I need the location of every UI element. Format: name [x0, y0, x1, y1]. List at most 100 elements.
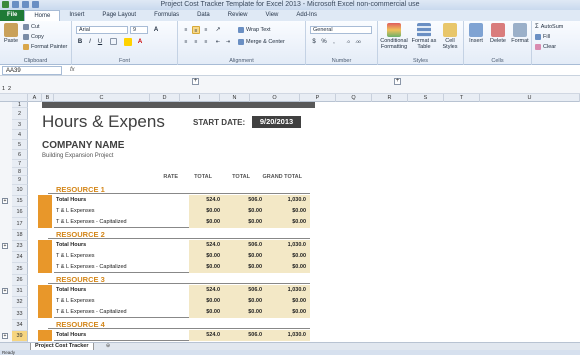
- row-value-v2[interactable]: $0.00: [220, 217, 265, 228]
- clear-button[interactable]: Clear: [535, 44, 556, 50]
- column-header-s[interactable]: S: [408, 94, 444, 102]
- paste-button[interactable]: Paste: [2, 23, 20, 44]
- column-header-d[interactable]: D: [150, 94, 180, 102]
- tab-home[interactable]: Home: [24, 10, 61, 21]
- row-value-v1[interactable]: $0.00: [178, 262, 223, 273]
- row-header[interactable]: 2: [12, 108, 28, 120]
- resource-row[interactable]: T & L Expenses - Capitalized $0.00 $0.00 $0…: [54, 307, 310, 318]
- column-header-i[interactable]: I: [180, 94, 220, 102]
- select-all-corner[interactable]: [0, 94, 28, 102]
- row-group-expand-icon[interactable]: +: [2, 243, 8, 249]
- row-value-v1[interactable]: 524.0: [178, 330, 223, 341]
- column-header-t[interactable]: T: [444, 94, 480, 102]
- resource-row[interactable]: Total Hours 524.0 506.0 1,030.0: [54, 195, 310, 206]
- align-left-icon[interactable]: ≡: [182, 38, 190, 46]
- row-header[interactable]: 16: [12, 207, 28, 218]
- row-value-v2[interactable]: $0.00: [220, 251, 265, 262]
- row-value-v1[interactable]: $0.00: [178, 251, 223, 262]
- font-color-button[interactable]: A: [136, 38, 144, 46]
- tab-formulas[interactable]: Formulas: [145, 10, 188, 21]
- conditional-formatting-button[interactable]: Conditional Formatting: [379, 23, 409, 50]
- row-group-expand-icon[interactable]: +: [2, 333, 8, 339]
- column-header-r[interactable]: R: [372, 94, 408, 102]
- outline-level-2[interactable]: 2: [8, 86, 11, 92]
- font-name-select[interactable]: Arial: [76, 26, 128, 34]
- row-value-v1[interactable]: 524.0: [178, 195, 223, 206]
- row-value-v2[interactable]: 506.0: [220, 285, 265, 296]
- cut-button[interactable]: Cut: [23, 24, 40, 30]
- row-value-v3[interactable]: 1,030.0: [264, 285, 309, 296]
- row-header[interactable]: 3: [12, 120, 28, 130]
- row-value-v3[interactable]: $0.00: [264, 296, 309, 307]
- grow-font-button[interactable]: A: [152, 26, 160, 34]
- row-header[interactable]: 31: [12, 286, 28, 297]
- outline-level-1[interactable]: 1: [2, 86, 5, 92]
- align-middle-icon[interactable]: ≡: [192, 26, 200, 34]
- align-top-icon[interactable]: ≡: [182, 26, 190, 34]
- column-header-c[interactable]: C: [54, 94, 150, 102]
- row-value-v2[interactable]: 506.0: [220, 195, 265, 206]
- row-value-v2[interactable]: 506.0: [220, 330, 265, 341]
- format-button[interactable]: Format: [510, 23, 530, 44]
- orientation-icon[interactable]: ↗: [214, 26, 222, 34]
- worksheet[interactable]: Hours & Expens START DATE: 9/20/2013 COM…: [28, 102, 580, 342]
- delete-button[interactable]: Delete: [488, 23, 508, 44]
- row-value-v3[interactable]: $0.00: [264, 217, 309, 228]
- comma-button[interactable]: ,: [330, 38, 338, 46]
- row-group-expand-icon[interactable]: +: [2, 288, 8, 294]
- tab-review[interactable]: Review: [219, 10, 257, 21]
- row-value-v3[interactable]: $0.00: [264, 307, 309, 318]
- copy-button[interactable]: Copy: [23, 34, 44, 40]
- align-right-icon[interactable]: ≡: [202, 38, 210, 46]
- row-value-v1[interactable]: $0.00: [178, 217, 223, 228]
- row-value-v3[interactable]: 1,030.0: [264, 330, 309, 341]
- increase-decimal-icon[interactable]: .0: [344, 38, 352, 46]
- column-group-expand-icon-2[interactable]: +: [394, 78, 401, 85]
- row-header[interactable]: 24: [12, 252, 28, 263]
- bold-button[interactable]: B: [76, 38, 84, 46]
- italic-button[interactable]: I: [86, 38, 94, 46]
- row-header[interactable]: 9: [12, 176, 28, 185]
- row-value-v2[interactable]: $0.00: [220, 206, 265, 217]
- tab-add-ins[interactable]: Add-Ins: [287, 10, 326, 21]
- increase-indent-icon[interactable]: ⇥: [224, 38, 232, 46]
- underline-button[interactable]: U: [96, 38, 104, 46]
- row-value-v1[interactable]: $0.00: [178, 296, 223, 307]
- row-value-v2[interactable]: $0.00: [220, 296, 265, 307]
- row-header[interactable]: 15: [12, 196, 28, 207]
- row-group-expand-icon[interactable]: +: [2, 198, 8, 204]
- row-header[interactable]: 33: [12, 308, 28, 320]
- autosum-button[interactable]: Σ AutoSum: [535, 24, 563, 30]
- row-value-v2[interactable]: $0.00: [220, 262, 265, 273]
- fill-button[interactable]: Fill: [535, 34, 550, 40]
- wrap-text-button[interactable]: Wrap Text: [238, 27, 271, 33]
- row-value-v2[interactable]: 506.0: [220, 240, 265, 251]
- column-header-q[interactable]: Q: [336, 94, 372, 102]
- row-value-v2[interactable]: $0.00: [220, 307, 265, 318]
- row-value-v3[interactable]: 1,030.0: [264, 195, 309, 206]
- fx-icon[interactable]: fx: [70, 65, 75, 75]
- fill-color-icon[interactable]: [124, 38, 132, 46]
- row-header[interactable]: 5: [12, 140, 28, 150]
- row-header[interactable]: 34: [12, 320, 28, 331]
- row-value-v1[interactable]: 524.0: [178, 240, 223, 251]
- format-painter-button[interactable]: Format Painter: [23, 44, 67, 50]
- align-bottom-icon[interactable]: ≡: [202, 26, 210, 34]
- row-value-v3[interactable]: 1,030.0: [264, 240, 309, 251]
- column-header-a[interactable]: A: [28, 94, 42, 102]
- tab-insert[interactable]: Insert: [60, 10, 93, 21]
- row-value-v3[interactable]: $0.00: [264, 206, 309, 217]
- row-value-v3[interactable]: $0.00: [264, 262, 309, 273]
- row-header[interactable]: 18: [12, 230, 28, 241]
- row-header[interactable]: 17: [12, 218, 28, 230]
- tab-file[interactable]: File: [0, 10, 25, 21]
- resource-row[interactable]: Total Hours 524.0 506.0 1,030.0: [54, 330, 310, 341]
- tab-page-layout[interactable]: Page Layout: [93, 10, 145, 21]
- column-header-n[interactable]: N: [220, 94, 250, 102]
- row-value-v3[interactable]: $0.00: [264, 251, 309, 262]
- row-header[interactable]: 39: [12, 331, 28, 342]
- start-date-value[interactable]: 9/20/2013: [252, 116, 301, 128]
- row-header[interactable]: 32: [12, 297, 28, 308]
- row-header[interactable]: 7: [12, 160, 28, 168]
- tab-data[interactable]: Data: [188, 10, 219, 21]
